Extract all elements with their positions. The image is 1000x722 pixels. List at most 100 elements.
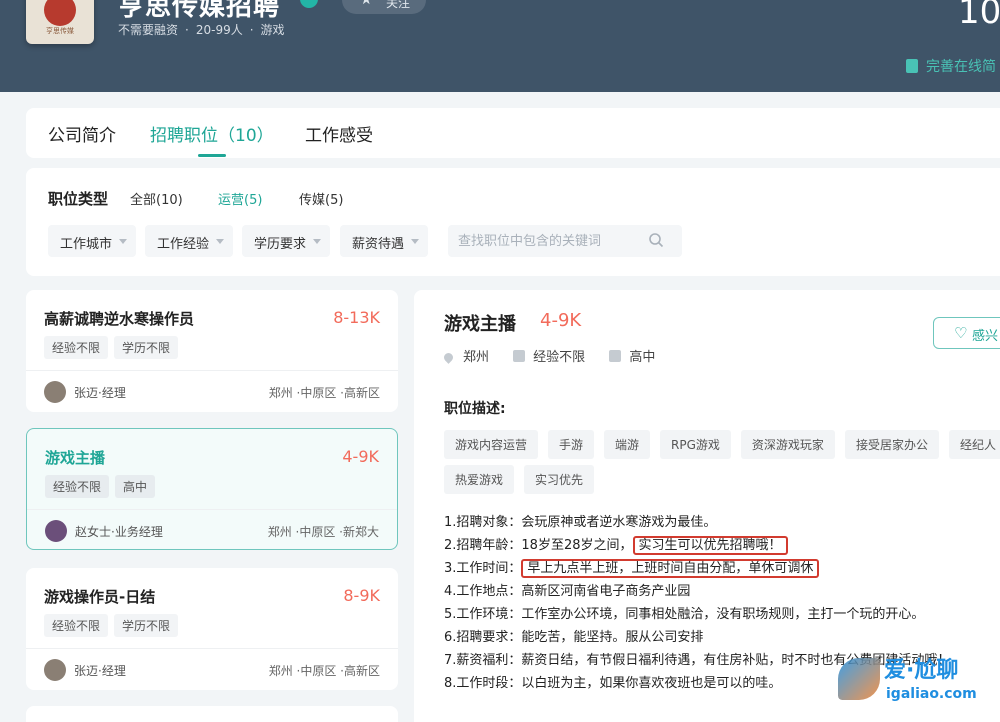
job-tag: 经验不限 [45, 475, 110, 498]
divider [26, 648, 398, 649]
follow-label: 关注 [386, 0, 411, 10]
job-tag: 学历不限 [114, 336, 179, 359]
description-line: 6.招聘要求：能吃苦，能坚持。服从公司安排 [444, 630, 704, 645]
highlighted-text: 早上九点半上班，上班时间自由分配，单休可调休 [521, 559, 820, 578]
job-filters: 职位类型 全部(10) 运营(5) 传媒(5) 工作城市 工作经验 学历要求 薪… [26, 168, 1000, 276]
job-card[interactable]: 游戏操作员-日结 8-9K 经验不限 学历不限 张迈·经理 郑州 ·中原区 ·高新… [26, 568, 398, 690]
keyword-tag: 接受居家办公 [844, 430, 939, 459]
company-industry: 游戏 [260, 23, 285, 37]
job-count: 10 [958, 0, 1000, 32]
detail-city: 郑州 [463, 350, 490, 365]
keyword-tag: 热爱游戏 [444, 465, 515, 494]
recruiter-name: 张迈·经理 [74, 664, 126, 678]
description-line: 3.工作时间： 早上九点半上班，上班时间自由分配，单休可调休 [444, 557, 950, 580]
job-type-label: 职位类型 [48, 190, 109, 208]
detail-salary: 4-9K [540, 310, 582, 331]
job-tag: 高中 [115, 475, 156, 498]
chevron-down-icon [411, 239, 419, 244]
job-type-media[interactable]: 传媒(5) [299, 189, 343, 208]
recruiter-avatar [44, 659, 66, 681]
recruiter-avatar [45, 520, 67, 542]
city-dropdown[interactable]: 工作城市 [48, 225, 136, 257]
recruiter-name: 张迈·经理 [74, 386, 126, 400]
job-search-box [448, 225, 682, 257]
company-name: 亨思传媒招聘 [118, 0, 281, 22]
detail-job-title: 游戏主播 [444, 314, 516, 335]
tab-work-feedback[interactable]: 工作感受 [305, 121, 373, 146]
description-text: 2.招聘年龄：18岁至28岁之间， [444, 538, 633, 553]
interested-button[interactable]: ♡ 感兴 [933, 317, 1000, 349]
company-size: 20-99人 [195, 23, 243, 37]
heart-icon: ♡ [954, 324, 968, 342]
job-card[interactable]: 高薪诚聘逆水寒操作员 8-13K 经验不限 学历不限 张迈·经理 郑州 ·中原区 … [26, 290, 398, 412]
description-line: 1.招聘对象：会玩原神或者逆水寒游戏为最佳。 [444, 515, 717, 530]
divider [26, 370, 398, 371]
active-tab-indicator [198, 154, 226, 157]
description-line: 2.招聘年龄：18岁至28岁之间， 实习生可以优先招聘哦！ [444, 534, 950, 557]
description-line: 4.工作地点：高新区河南省电子商务产业园 [444, 584, 691, 599]
search-icon[interactable] [648, 232, 664, 248]
job-location: 郑州 ·中原区 ·高新区 [268, 664, 380, 678]
watermark-title: 爱·尬聊 [884, 658, 959, 683]
chevron-down-icon [119, 239, 127, 244]
job-title: 游戏主播 [45, 449, 106, 467]
keyword-tag: 端游 [604, 430, 651, 459]
keyword-tags: 游戏内容运营 手游 端游 RPG游戏 资深游戏玩家 接受居家办公 经纪人 [444, 430, 1000, 459]
job-location: 郑州 ·中原区 ·高新区 [268, 386, 380, 400]
site-watermark: 爱·尬聊 igaliao.com [838, 652, 998, 714]
location-pin-icon [442, 351, 455, 364]
resume-icon [906, 59, 918, 73]
interested-label: 感兴 [972, 329, 999, 344]
salary-dropdown-label: 薪资待遇 [352, 237, 405, 252]
logo-seal-icon [44, 0, 76, 26]
salary-dropdown[interactable]: 薪资待遇 [340, 225, 428, 257]
education-dropdown[interactable]: 学历要求 [242, 225, 330, 257]
watermark-url: igaliao.com [886, 686, 977, 702]
description-text: 3.工作时间： [444, 561, 522, 576]
company-tabs: 公司简介 招聘职位（10） 工作感受 [26, 108, 1000, 158]
briefcase-icon [513, 350, 526, 362]
company-meta: 不需要融资 · 20-99人 · 游戏 [118, 23, 285, 37]
experience-dropdown-label: 工作经验 [157, 237, 210, 252]
verified-icon [300, 0, 318, 8]
divider [27, 509, 397, 510]
detail-education: 高中 [629, 350, 656, 365]
job-location: 郑州 ·中原区 ·新郑大 [267, 525, 379, 539]
follow-button[interactable]: ★ 关注 [342, 0, 426, 14]
job-description-heading: 职位描述: [444, 401, 506, 417]
job-tag: 经验不限 [44, 614, 109, 637]
highlighted-text: 实习生可以优先招聘哦！ [632, 536, 788, 555]
job-salary: 4-9K [342, 447, 379, 466]
job-tag: 学历不限 [114, 614, 179, 637]
job-tags: 经验不限 高中 [45, 475, 161, 498]
logo-text: 亨思传媒 [46, 27, 74, 35]
tab-company-intro[interactable]: 公司简介 [48, 121, 116, 146]
chevron-down-icon [313, 239, 321, 244]
job-tag: 经验不限 [44, 336, 109, 359]
job-tags: 经验不限 学历不限 [44, 614, 184, 637]
chevron-down-icon [216, 239, 224, 244]
job-type-all[interactable]: 全部(10) [130, 189, 183, 208]
experience-dropdown[interactable]: 工作经验 [145, 225, 233, 257]
recruiter-avatar [44, 381, 66, 403]
perfect-resume-link[interactable]: 完善在线简 [906, 56, 996, 76]
keyword-tag: 游戏内容运营 [444, 430, 539, 459]
keyword-tag: 资深游戏玩家 [740, 430, 835, 459]
graduation-cap-icon [609, 350, 622, 362]
description-line: 5.工作环境：工作室办公环境，同事相处融洽，没有职场规则，主打一个玩的开心。 [444, 607, 925, 622]
tab-job-openings[interactable]: 招聘职位（10） [150, 121, 274, 146]
job-search-input[interactable] [458, 231, 638, 251]
detail-meta: 郑州 经验不限 高中 [442, 346, 675, 365]
job-salary: 8-13K [333, 308, 380, 327]
job-type-operations[interactable]: 运营(5) [218, 189, 262, 208]
watermark-logo-icon [838, 658, 880, 700]
perfect-resume-label: 完善在线简 [926, 59, 996, 75]
keyword-tag: 手游 [548, 430, 595, 459]
detail-experience: 经验不限 [533, 350, 586, 365]
job-tags: 经验不限 学历不限 [44, 336, 184, 359]
keyword-tag: 实习优先 [524, 465, 595, 494]
job-card-partial[interactable] [26, 706, 398, 722]
job-title: 高薪诚聘逆水寒操作员 [44, 310, 195, 328]
job-card-selected[interactable]: 游戏主播 4-9K 经验不限 高中 赵女士·业务经理 郑州 ·中原区 ·新郑大 [26, 428, 398, 550]
recruiter-name: 赵女士·业务经理 [75, 525, 163, 539]
